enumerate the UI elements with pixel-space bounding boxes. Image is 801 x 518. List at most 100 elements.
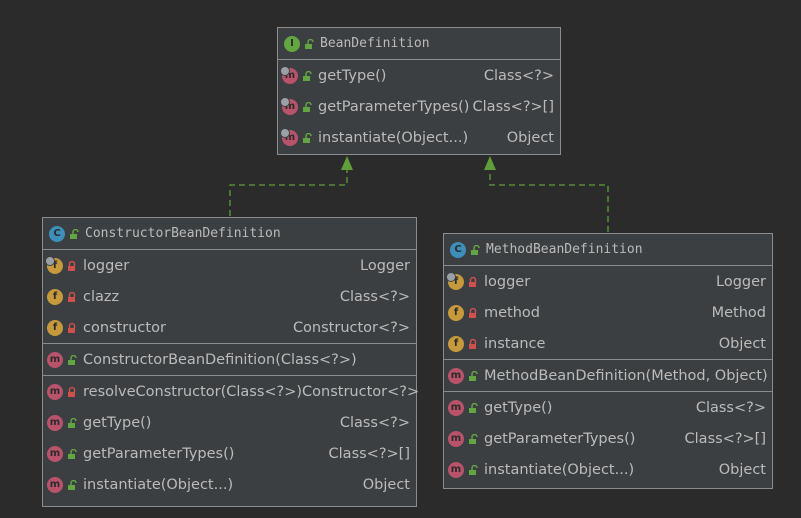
field-type: Logger xyxy=(360,257,410,274)
field-row[interactable]: f clazz Class<?> xyxy=(43,281,416,312)
interface-box[interactable]: I BeanDefinition m getType() Class<?> m getPar… xyxy=(277,27,561,155)
field-name: instance xyxy=(484,335,546,352)
field-icon: f xyxy=(47,288,63,305)
field-type: Class<?> xyxy=(339,288,410,305)
realization-method xyxy=(484,156,609,232)
private-lock-icon xyxy=(469,307,477,318)
public-unlock-icon xyxy=(303,132,312,143)
method-row[interactable]: m resolveConstructor(Class<?>) Constructor… xyxy=(43,376,420,407)
fields-section: f logger Logger f method Method f instance Objec… xyxy=(444,266,772,360)
private-lock-icon xyxy=(68,291,76,302)
method-row[interactable]: m getType() Class<?> xyxy=(444,392,772,423)
public-unlock-icon xyxy=(469,402,478,413)
method-signature: instantiate(Object...) xyxy=(83,476,234,493)
constructor-bean-definition-box[interactable]: C ConstructorBeanDefinition f logger Logger f… xyxy=(42,217,420,507)
method-signature: getParameterTypes() xyxy=(83,445,235,462)
public-unlock-icon xyxy=(303,70,312,81)
return-type: Class<?>[] xyxy=(684,430,766,447)
field-row[interactable]: f instance Object xyxy=(444,328,772,359)
field-name: constructor xyxy=(83,319,166,336)
field-icon: f xyxy=(47,319,63,336)
public-unlock-icon xyxy=(303,101,312,112)
constructors-section: m MethodBeanDefinition(Method, Object) xyxy=(444,360,772,392)
field-icon: f xyxy=(446,271,464,290)
class-name: BeanDefinition xyxy=(320,36,430,51)
method-row[interactable]: m instantiate(Object...) Object xyxy=(43,469,416,500)
method-row[interactable]: m instantiate(Object...) Object xyxy=(278,122,560,153)
method-signature: getParameterTypes() xyxy=(484,430,636,447)
class-icon: C xyxy=(450,241,466,258)
private-lock-icon xyxy=(68,322,76,333)
method-row[interactable]: m getParameterTypes() Class<?>[] xyxy=(444,423,772,454)
methods-section: m resolveConstructor(Class<?>) Constructor… xyxy=(43,376,420,500)
interface-icon: I xyxy=(284,35,300,52)
class-name: MethodBeanDefinition xyxy=(486,242,643,257)
method-row[interactable]: m MethodBeanDefinition(Method, Object) xyxy=(444,360,772,391)
class-header[interactable]: C ConstructorBeanDefinition xyxy=(43,218,416,250)
methods-section: m getType() Class<?> m getParameterTypes() Cl… xyxy=(278,60,560,153)
method-row[interactable]: m getType() Class<?> xyxy=(278,60,560,91)
public-unlock-icon xyxy=(68,448,77,459)
private-lock-icon xyxy=(469,338,477,349)
field-row[interactable]: f logger Logger xyxy=(444,266,772,297)
method-row[interactable]: m getParameterTypes() Class<?>[] xyxy=(278,91,560,122)
class-name: ConstructorBeanDefinition xyxy=(85,226,281,241)
return-type: Constructor<?> xyxy=(302,383,420,400)
class-header[interactable]: I BeanDefinition xyxy=(278,28,560,60)
public-unlock-icon xyxy=(469,370,478,381)
method-signature: instantiate(Object...) xyxy=(318,129,469,146)
realization-constructor xyxy=(229,156,353,216)
method-row[interactable]: m ConstructorBeanDefinition(Class<?>) xyxy=(43,344,416,375)
method-signature: MethodBeanDefinition(Method, Object) xyxy=(484,367,768,384)
method-bean-definition-box[interactable]: C MethodBeanDefinition f logger Logger f metho… xyxy=(443,233,773,489)
method-icon: m xyxy=(47,476,63,493)
public-unlock-icon xyxy=(68,479,77,490)
public-unlock-icon xyxy=(305,38,314,49)
public-unlock-icon xyxy=(68,354,77,365)
return-type: Class<?> xyxy=(695,399,766,416)
method-signature: getType() xyxy=(318,67,387,84)
return-type: Class<?>[] xyxy=(328,445,410,462)
methods-section: m getType() Class<?> m getParameterTypes() Cl… xyxy=(444,392,772,485)
field-type: Logger xyxy=(716,273,766,290)
private-lock-icon xyxy=(68,260,76,271)
method-icon: m xyxy=(448,461,464,478)
method-row[interactable]: m instantiate(Object...) Object xyxy=(444,454,772,485)
method-icon: m xyxy=(47,351,63,368)
method-icon: m xyxy=(280,96,298,115)
field-name: method xyxy=(484,304,540,321)
field-icon: f xyxy=(45,255,63,274)
constructors-section: m ConstructorBeanDefinition(Class<?>) xyxy=(43,344,416,376)
field-row[interactable]: f method Method xyxy=(444,297,772,328)
public-unlock-icon xyxy=(469,464,478,475)
public-unlock-icon xyxy=(469,433,478,444)
field-icon: f xyxy=(448,304,464,321)
method-signature: getParameterTypes() xyxy=(318,98,470,115)
field-row[interactable]: f constructor Constructor<?> xyxy=(43,312,416,343)
field-type: Method xyxy=(711,304,766,321)
field-type: Object xyxy=(718,335,766,352)
field-type: Constructor<?> xyxy=(292,319,410,336)
field-name: clazz xyxy=(83,288,120,305)
method-icon: m xyxy=(47,445,63,462)
method-row[interactable]: m getParameterTypes() Class<?>[] xyxy=(43,438,416,469)
method-row[interactable]: m getType() Class<?> xyxy=(43,407,416,438)
return-type: Class<?> xyxy=(483,67,554,84)
return-type: Class<?> xyxy=(339,414,410,431)
public-unlock-icon xyxy=(70,228,79,239)
private-lock-icon xyxy=(68,386,76,397)
class-header[interactable]: C MethodBeanDefinition xyxy=(444,234,772,266)
field-name: logger xyxy=(83,257,130,274)
field-row[interactable]: f logger Logger xyxy=(43,250,416,281)
method-icon: m xyxy=(280,127,298,146)
field-icon: f xyxy=(448,335,464,352)
method-icon: m xyxy=(47,414,63,431)
method-icon: m xyxy=(47,383,63,400)
return-type: Object xyxy=(506,129,554,146)
public-unlock-icon xyxy=(68,417,77,428)
fields-section: f logger Logger f clazz Class<?> f constructor C… xyxy=(43,250,416,344)
method-signature: instantiate(Object...) xyxy=(484,461,635,478)
method-signature: getType() xyxy=(83,414,152,431)
method-signature: resolveConstructor(Class<?>) xyxy=(83,383,303,400)
method-icon: m xyxy=(448,367,464,384)
